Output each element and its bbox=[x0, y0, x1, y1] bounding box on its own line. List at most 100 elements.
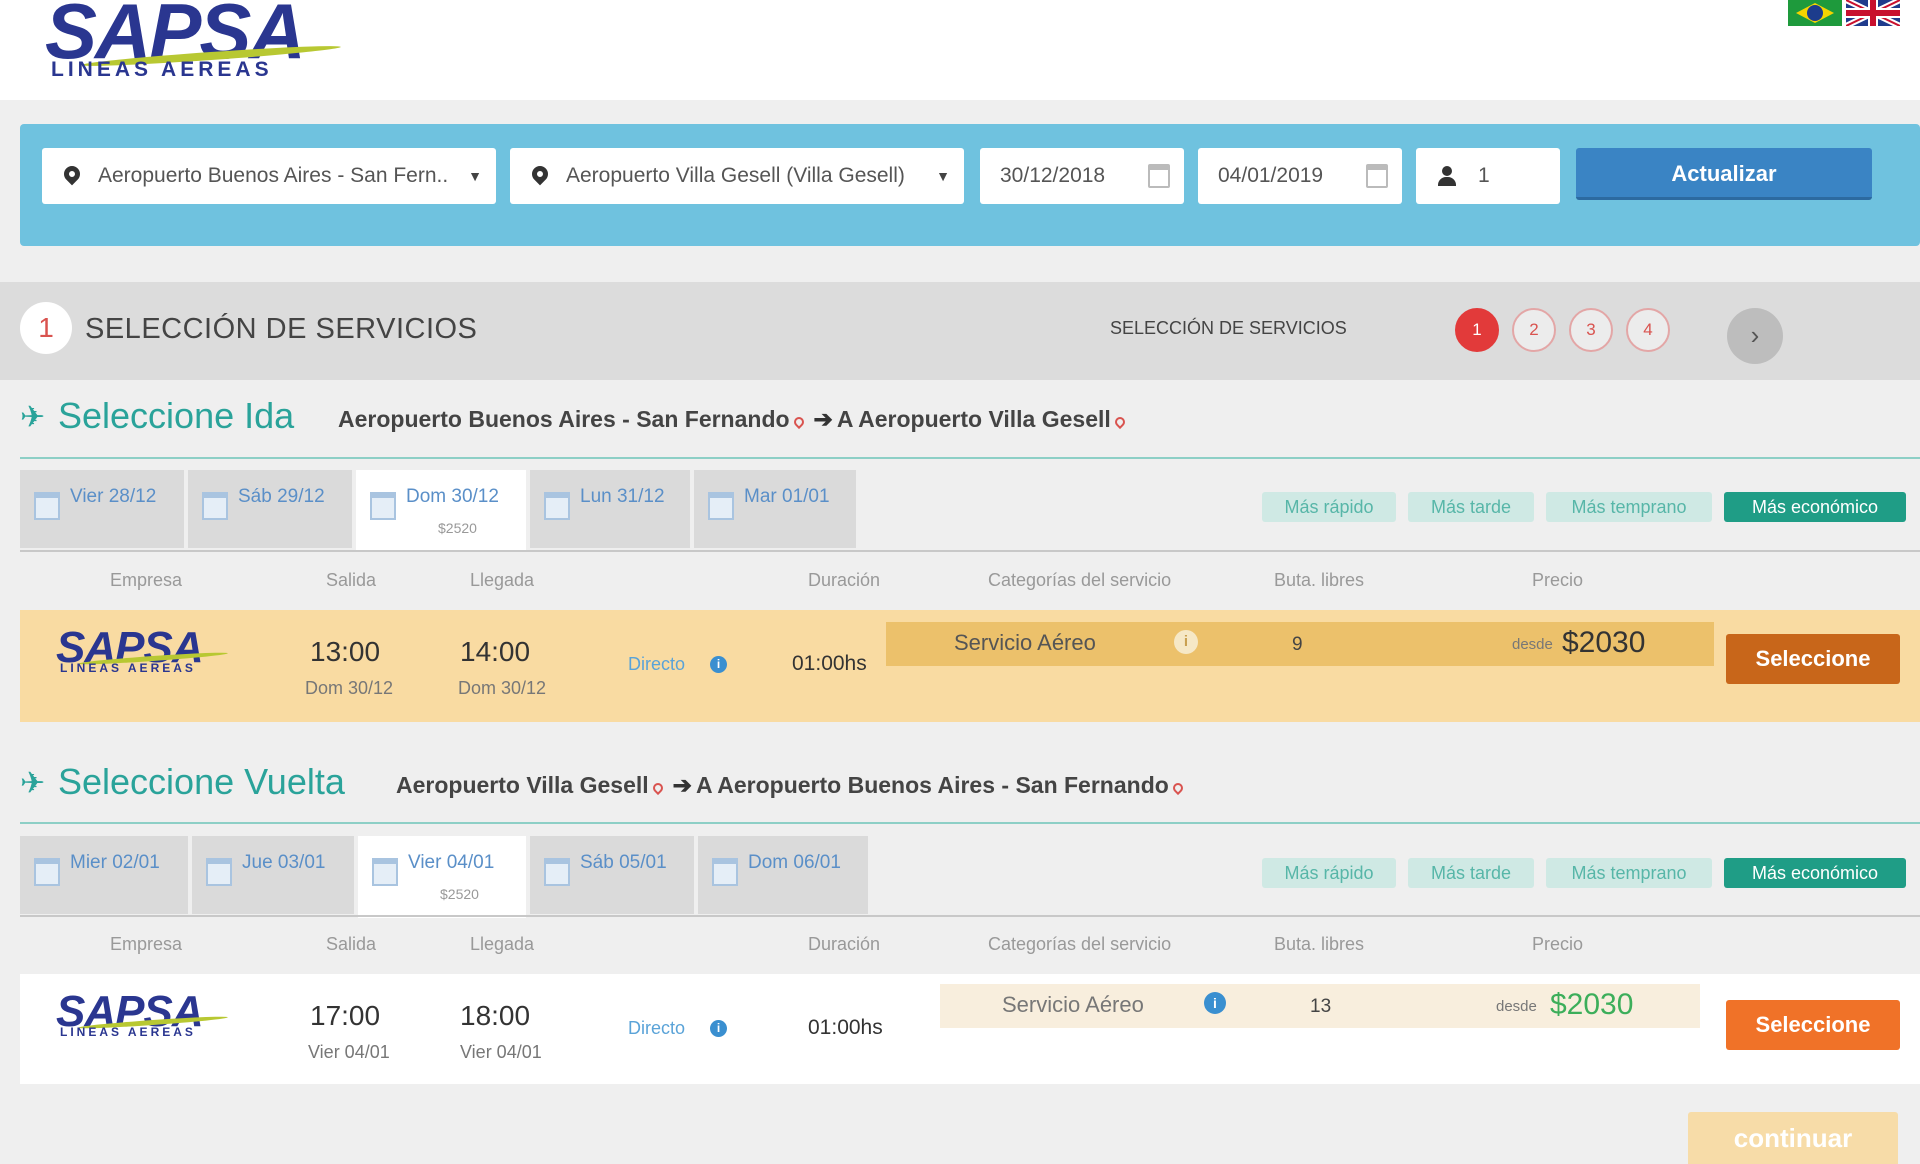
col-precio: Precio bbox=[1532, 934, 1584, 954]
calendar-icon[interactable] bbox=[1148, 164, 1170, 188]
arrival-date: Dom 30/12 bbox=[458, 678, 547, 698]
col-precio: Precio bbox=[1532, 570, 1584, 590]
day-tab-price: $2520 bbox=[438, 520, 477, 536]
info-icon[interactable]: i bbox=[1174, 630, 1198, 654]
arrival-time: 18:00 bbox=[460, 1000, 531, 1031]
divider bbox=[20, 822, 1920, 824]
vuelta-title: Seleccione Vuelta bbox=[58, 761, 345, 802]
sapsa-row-logo: SAPSA LINEAS AEREAS bbox=[56, 990, 246, 1050]
step-dot-1[interactable]: 1 bbox=[1455, 308, 1499, 352]
info-icon[interactable]: i bbox=[710, 656, 727, 673]
calendar-icon bbox=[34, 858, 60, 886]
day-tab-active[interactable]: Vier 04/01 $2520 bbox=[358, 836, 526, 918]
calendar-icon bbox=[202, 492, 228, 520]
route-from: Aeropuerto Villa Gesell bbox=[396, 772, 649, 798]
step-dot-3[interactable]: 3 bbox=[1569, 308, 1613, 352]
day-tab[interactable]: Dom 06/01 bbox=[698, 836, 868, 914]
filter-fastest[interactable]: Más rápido bbox=[1262, 492, 1396, 522]
map-pin-icon bbox=[1112, 414, 1127, 430]
filter-latest[interactable]: Más tarde bbox=[1408, 492, 1534, 522]
day-tab[interactable]: Mar 01/01 bbox=[694, 470, 856, 548]
sapsa-row-logo: SAPSA LINEAS AEREAS bbox=[56, 626, 246, 686]
vuelta-heading: ✈ Seleccione Vuelta Aeropuerto Villa Ges… bbox=[0, 752, 1920, 812]
calendar-icon bbox=[370, 492, 396, 520]
passengers-field[interactable]: 1 bbox=[1416, 148, 1560, 204]
route-to: A Aeropuerto Buenos Aires - San Fernando bbox=[695, 772, 1169, 798]
map-pin-icon bbox=[60, 162, 84, 186]
price-desde: desde bbox=[1496, 998, 1537, 1015]
result-row-vuelta[interactable]: SAPSA LINEAS AEREAS 17:00 Vier 04/01 18:… bbox=[20, 974, 1920, 1084]
step-dot-2[interactable]: 2 bbox=[1512, 308, 1556, 352]
col-butacas: Buta. libres bbox=[1274, 570, 1365, 590]
filter-cheapest[interactable]: Más económico bbox=[1724, 858, 1906, 888]
info-icon[interactable]: i bbox=[1204, 992, 1226, 1014]
arrival-date: Vier 04/01 bbox=[460, 1042, 542, 1062]
filter-earliest[interactable]: Más temprano bbox=[1546, 858, 1712, 888]
col-llegada: Llegada bbox=[470, 570, 535, 590]
page-header: SAPSA LINEAS AEREAS bbox=[0, 0, 1920, 100]
price-value: $2030 bbox=[1550, 988, 1634, 1021]
date-out-field[interactable]: 30/12/2018 bbox=[980, 148, 1184, 204]
day-tab-price: $2520 bbox=[440, 886, 479, 902]
step-title: SELECCIÓN DE SERVICIOS bbox=[85, 313, 478, 345]
col-duracion: Duración bbox=[808, 934, 881, 954]
info-icon[interactable]: i bbox=[710, 1020, 727, 1037]
duration: 01:00hs bbox=[808, 1016, 883, 1039]
col-salida: Salida bbox=[326, 570, 377, 590]
divider bbox=[20, 457, 1920, 459]
filter-earliest[interactable]: Más temprano bbox=[1546, 492, 1712, 522]
col-butacas: Buta. libres bbox=[1274, 934, 1365, 954]
calendar-icon bbox=[34, 492, 60, 520]
filter-latest[interactable]: Más tarde bbox=[1408, 858, 1534, 888]
date-back-field[interactable]: 04/01/2019 bbox=[1198, 148, 1402, 204]
calendar-icon[interactable] bbox=[1366, 164, 1388, 188]
filter-fastest[interactable]: Más rápido bbox=[1262, 858, 1396, 888]
result-row-ida[interactable]: SAPSA LINEAS AEREAS 13:00 Dom 30/12 14:0… bbox=[20, 610, 1920, 722]
route-to: A Aeropuerto Villa Gesell bbox=[836, 406, 1111, 432]
uk-flag-icon[interactable] bbox=[1846, 0, 1900, 26]
category-name: Servicio Aéreo bbox=[1002, 992, 1144, 1017]
day-tab[interactable]: Jue 03/01 bbox=[192, 836, 354, 914]
calendar-icon bbox=[708, 492, 734, 520]
arrow-right-icon: ➔ bbox=[672, 772, 692, 798]
category-bar: Servicio Aéreo i 13 desde $2030 bbox=[940, 984, 1700, 1028]
step-subtitle: SELECCIÓN DE SERVICIOS bbox=[1110, 318, 1347, 338]
col-llegada: Llegada bbox=[470, 934, 535, 954]
sapsa-logo[interactable]: SAPSA LINEAS AEREAS bbox=[45, 0, 375, 85]
plane-arrival-icon: ✈ bbox=[20, 767, 46, 800]
origin-select[interactable]: Aeropuerto Buenos Aires - San Fern... ▼ bbox=[42, 148, 496, 204]
search-bar: Aeropuerto Buenos Aires - San Fern... ▼ … bbox=[20, 124, 1920, 246]
calendar-icon bbox=[544, 492, 570, 520]
brazil-flag-icon[interactable] bbox=[1788, 0, 1842, 26]
day-tab[interactable]: Lun 31/12 bbox=[530, 470, 690, 548]
flight-type[interactable]: Directo bbox=[628, 1018, 685, 1039]
select-button[interactable]: Seleccione bbox=[1726, 634, 1900, 684]
step-bar: 1 SELECCIÓN DE SERVICIOS SELECCIÓN DE SE… bbox=[0, 282, 1920, 380]
col-categorias: Categorías del servicio bbox=[988, 934, 1172, 954]
next-step-button[interactable]: › bbox=[1727, 308, 1783, 364]
day-tab-active[interactable]: Dom 30/12 $2520 bbox=[356, 470, 526, 552]
day-tab[interactable]: Sáb 05/01 bbox=[530, 836, 694, 914]
logo-subtitle: LINEAS AEREAS bbox=[51, 58, 273, 81]
day-tab[interactable]: Mier 02/01 bbox=[20, 836, 188, 914]
departure-date: Dom 30/12 bbox=[305, 678, 394, 698]
filter-cheapest[interactable]: Más económico bbox=[1724, 492, 1906, 522]
day-tab[interactable]: Sáb 29/12 bbox=[188, 470, 352, 548]
free-seats: 9 bbox=[1292, 634, 1303, 655]
departure-time: 13:00 bbox=[310, 636, 381, 667]
col-duracion: Duración bbox=[808, 570, 881, 590]
ida-route: Aeropuerto Buenos Aires - San Fernando ➔ A… bbox=[338, 406, 1131, 433]
duration: 01:00hs bbox=[792, 652, 867, 675]
step-dot-4[interactable]: 4 bbox=[1626, 308, 1670, 352]
price-value: $2030 bbox=[1562, 626, 1646, 659]
update-button[interactable]: Actualizar bbox=[1576, 148, 1872, 200]
destination-select[interactable]: Aeropuerto Villa Gesell (Villa Gesell) ▼ bbox=[510, 148, 964, 204]
col-salida: Salida bbox=[326, 934, 377, 954]
vuelta-route: Aeropuerto Villa Gesell ➔ A Aeropuerto Bue… bbox=[396, 772, 1189, 799]
day-tab[interactable]: Vier 28/12 bbox=[20, 470, 184, 548]
flight-type[interactable]: Directo bbox=[628, 654, 685, 675]
plane-departure-icon: ✈ bbox=[20, 401, 46, 434]
calendar-icon bbox=[206, 858, 232, 886]
continue-button[interactable]: continuar bbox=[1688, 1112, 1898, 1164]
select-button[interactable]: Seleccione bbox=[1726, 1000, 1900, 1050]
